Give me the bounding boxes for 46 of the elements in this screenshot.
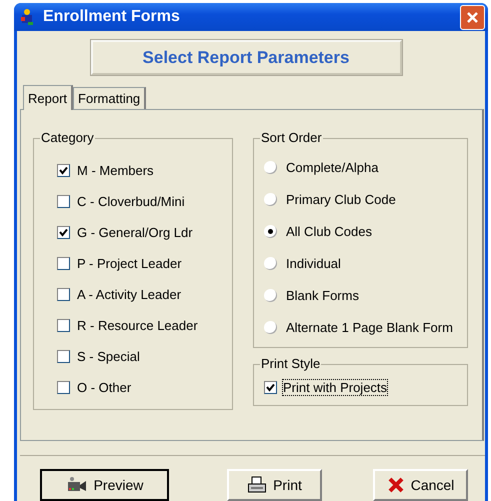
checkbox-label[interactable]: G - General/Org Ldr — [77, 225, 193, 240]
radio-button[interactable] — [264, 320, 277, 334]
preview-button[interactable]: Preview — [40, 469, 169, 501]
group-label: Category — [40, 131, 95, 145]
checkbox[interactable] — [57, 350, 70, 363]
radio-label[interactable]: All Club Codes — [286, 224, 372, 238]
checkbox-label[interactable]: M - Members — [77, 163, 154, 178]
checkbox[interactable] — [57, 226, 70, 239]
radio-button[interactable] — [264, 256, 277, 270]
checkbox[interactable] — [57, 381, 70, 394]
radio-label[interactable]: Alternate 1 Page Blank Form — [286, 320, 453, 334]
radio-button[interactable] — [264, 192, 277, 206]
window-title: Enrollment Forms — [43, 8, 181, 26]
radio-label[interactable]: Complete/Alpha — [286, 160, 378, 174]
print-button[interactable]: Print — [227, 469, 322, 501]
radio-label[interactable]: Blank Forms — [286, 288, 359, 302]
checkbox-label[interactable]: A - Activity Leader — [77, 287, 182, 302]
cancel-button[interactable]: Cancel — [373, 469, 468, 501]
x-icon — [386, 476, 405, 494]
checkbox[interactable] — [57, 257, 70, 270]
header-banner: Select Report Parameters — [90, 40, 402, 75]
group-label: Print Style — [260, 357, 322, 371]
checkbox-label[interactable]: P - Project Leader — [77, 256, 182, 271]
radio-button[interactable] — [264, 288, 277, 302]
app-icon — [19, 8, 35, 26]
checkbox-label[interactable]: Print with Projects — [283, 380, 388, 395]
checkbox-label[interactable]: C - Cloverbud/Mini — [77, 194, 185, 209]
checkbox[interactable] — [264, 381, 277, 394]
radio-button[interactable] — [264, 224, 277, 238]
checkbox-label[interactable]: S - Special — [77, 349, 140, 364]
group-label: Sort Order — [260, 131, 323, 145]
printer-icon — [247, 476, 268, 494]
checkbox-label[interactable]: O - Other — [77, 380, 132, 395]
checkbox[interactable] — [57, 164, 70, 177]
radio-button[interactable] — [264, 160, 277, 174]
camera-icon — [66, 476, 88, 494]
close-icon — [466, 10, 479, 24]
checkbox[interactable] — [57, 288, 70, 301]
close-button[interactable] — [460, 4, 485, 30]
radio-label[interactable]: Primary Club Code — [286, 192, 396, 206]
tab[interactable]: Report — [23, 85, 74, 110]
radio-label[interactable]: Individual — [286, 256, 341, 270]
checkbox[interactable] — [57, 195, 70, 208]
checkbox-label[interactable]: R - Resource Leader — [77, 318, 198, 333]
checkbox[interactable] — [57, 319, 70, 332]
tab[interactable]: Formatting — [73, 87, 146, 109]
